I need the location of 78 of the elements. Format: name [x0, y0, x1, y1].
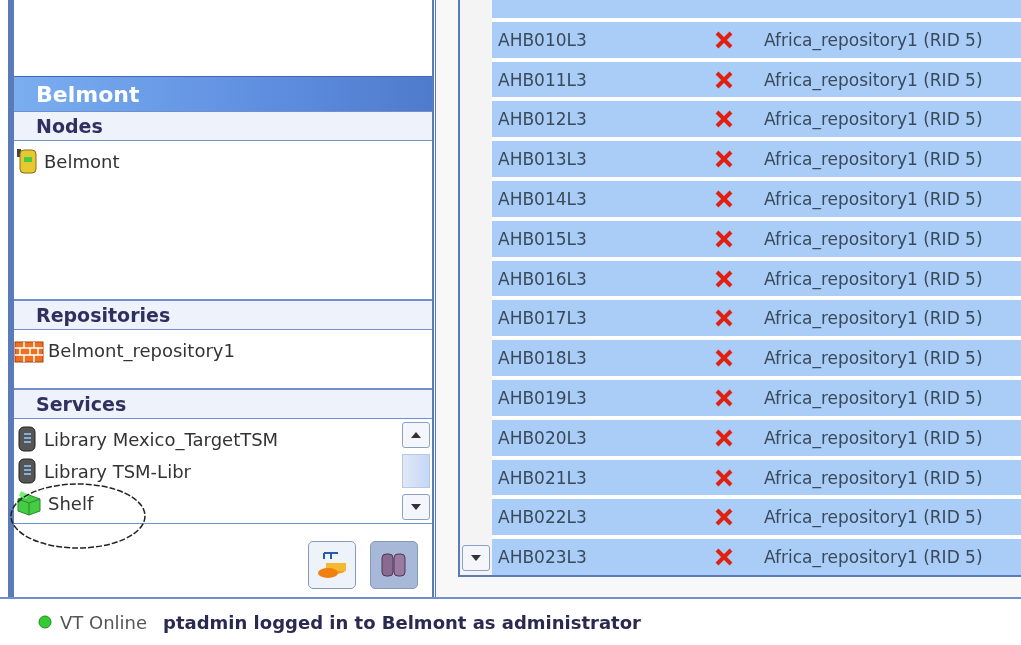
- table-row[interactable]: AHB016L3 Africa_repository1 (RID 5): [492, 260, 1021, 297]
- scroll-down-button[interactable]: [402, 494, 430, 520]
- x-icon: [714, 308, 734, 329]
- connection-status: VT Online: [60, 611, 148, 633]
- repository-cell: Africa_repository1 (RID 5): [764, 109, 983, 130]
- table-row[interactable]: AHB011L3 Africa_repository1 (RID 5): [492, 61, 1021, 98]
- table-row[interactable]: AHB017L3 Africa_repository1 (RID 5): [492, 300, 1021, 337]
- down-arrow-icon: [410, 503, 422, 511]
- x-icon: [714, 427, 734, 448]
- x-icon: [714, 228, 734, 249]
- repository-cell: Africa_repository1 (RID 5): [764, 69, 983, 90]
- x-icon: [714, 149, 734, 170]
- volume-cell-text: AHB015L3: [497, 228, 588, 249]
- list-item[interactable]: Belmont_repository1: [48, 339, 235, 361]
- table-row[interactable]: AHB020L3 Africa_repository1 (RID 5): [492, 419, 1021, 456]
- repository-cell: Africa_repository1 (RID 5): [764, 467, 983, 488]
- device-icon: [14, 147, 40, 175]
- up-arrow-icon: [410, 431, 422, 439]
- volume-cell-text: AHB017L3: [497, 308, 588, 329]
- volume-cell-text: AHB014L3: [497, 188, 588, 209]
- repository-cell: Africa_repository1 (RID 5): [764, 387, 983, 408]
- volume-cell-text: AHB012L3: [497, 109, 588, 130]
- list-item[interactable]: Belmont: [44, 150, 120, 172]
- x-icon: [714, 29, 734, 50]
- section-header: Repositories: [14, 300, 432, 330]
- volume-cell-text: AHB016L3: [497, 268, 588, 289]
- volume-cell-text: AHB011L3: [497, 69, 588, 90]
- repository-cell: Africa_repository1 (RID 5): [764, 228, 983, 249]
- volume-cell-text: AHB013L3: [497, 149, 588, 170]
- table-row[interactable]: AHB013L3 Africa_repository1 (RID 5): [492, 141, 1021, 178]
- scroll-down-button[interactable]: [462, 545, 490, 571]
- table-row[interactable]: AHB010L3 Africa_repository1 (RID 5): [492, 21, 1021, 58]
- volume-cell-text: AHB020L3: [497, 427, 588, 448]
- volume-cell-text: AHB022L3: [497, 507, 588, 528]
- repository-cell: Africa_repository1 (RID 5): [764, 547, 983, 568]
- scrollbar-thumb[interactable]: [402, 454, 430, 488]
- repository-cell: Africa_repository1 (RID 5): [764, 149, 983, 170]
- volume-cell-text: AHB019L3: [497, 387, 588, 408]
- volume-cell-text: AHB023L3: [497, 547, 588, 568]
- table-row[interactable]: AHB022L3 Africa_repository1 (RID 5): [492, 499, 1021, 536]
- status-message: ptadmin logged in to Belmont as administrator: [163, 611, 641, 633]
- x-icon: [714, 467, 734, 488]
- table-row[interactable]: AHB023L3 Africa_repository1 (RID 5): [492, 539, 1021, 576]
- repository-cell: Africa_repository1 (RID 5): [764, 188, 983, 209]
- volume-cell-text: AHB018L3: [497, 348, 588, 369]
- panel-title: Belmont: [14, 76, 432, 111]
- scroll-up-button[interactable]: [402, 422, 430, 448]
- repository-cell: Africa_repository1 (RID 5): [764, 507, 983, 528]
- list-item[interactable]: Library Mexico_TargetTSM: [44, 428, 279, 450]
- section-header: Services: [14, 389, 432, 419]
- toolbar-button[interactable]: [370, 540, 418, 589]
- repository-cell: Africa_repository1 (RID 5): [764, 29, 983, 50]
- x-icon: [714, 268, 734, 289]
- x-icon: [714, 547, 734, 568]
- repository-cell: Africa_repository1 (RID 5): [764, 348, 983, 369]
- volume-cell-text: AHB021L3: [497, 467, 588, 488]
- x-icon: [714, 348, 734, 369]
- x-icon: [714, 507, 734, 528]
- table-row[interactable]: AHB015L3 Africa_repository1 (RID 5): [492, 220, 1021, 257]
- table-row[interactable]: AHB021L3 Africa_repository1 (RID 5): [492, 459, 1021, 496]
- repository-cell: Africa_repository1 (RID 5): [764, 268, 983, 289]
- x-icon: [714, 109, 734, 130]
- repository-cell: Africa_repository1 (RID 5): [764, 308, 983, 329]
- list-item[interactable]: Shelf: [48, 492, 94, 514]
- cube-icon: [14, 489, 44, 517]
- table-row[interactable]: AHB018L3 Africa_repository1 (RID 5): [492, 340, 1021, 377]
- x-icon: [714, 69, 734, 90]
- repository-cell: Africa_repository1 (RID 5): [764, 427, 983, 448]
- x-icon: [714, 188, 734, 209]
- list-item[interactable]: Library TSM-Libr: [44, 460, 191, 482]
- x-icon: [714, 387, 734, 408]
- toolbar-button[interactable]: [308, 540, 356, 589]
- table-row[interactable]: AHB014L3 Africa_repository1 (RID 5): [492, 181, 1021, 217]
- table-row[interactable]: AHB019L3 Africa_repository1 (RID 5): [492, 380, 1021, 416]
- down-arrow-icon: [470, 554, 482, 562]
- volume-cell-text: AHB010L3: [497, 29, 588, 50]
- section-header: Nodes: [14, 111, 432, 141]
- table-row[interactable]: AHB012L3 Africa_repository1 (RID 5): [492, 101, 1021, 138]
